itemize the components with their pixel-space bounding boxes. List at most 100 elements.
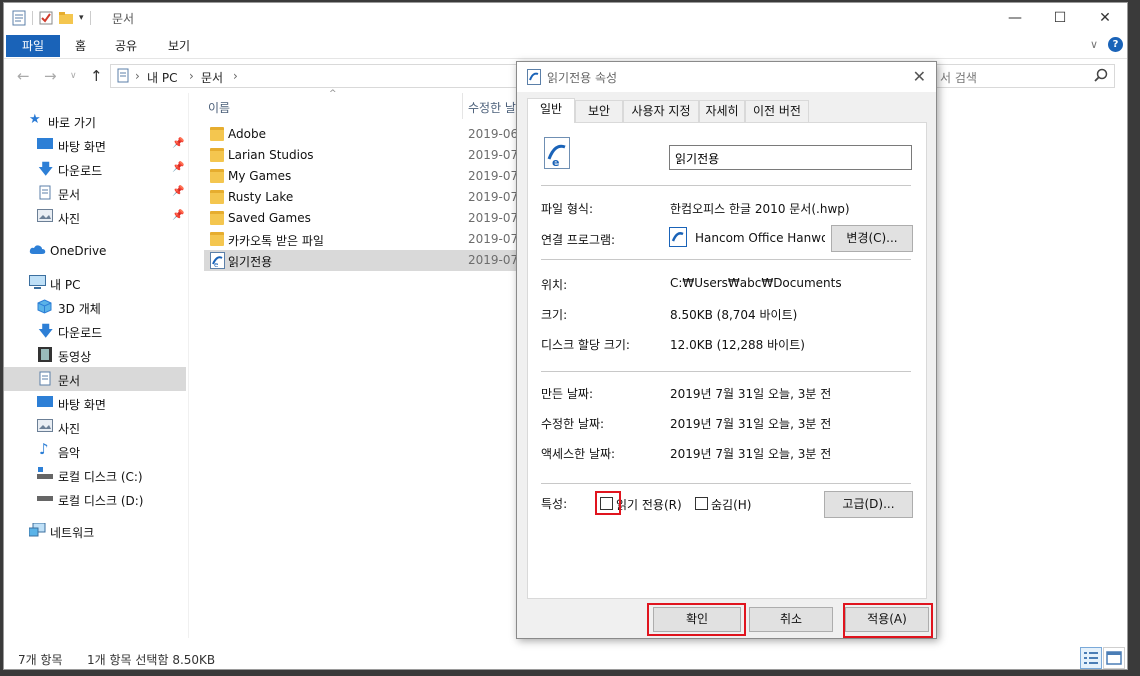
pane-divider[interactable]: [188, 93, 189, 638]
expand-ribbon-icon[interactable]: ∨: [1090, 38, 1098, 51]
search-icon[interactable]: [1094, 68, 1108, 85]
file-row[interactable]: Adobe 2019-06-: [204, 124, 524, 145]
separator: [541, 371, 911, 372]
file-row[interactable]: Rusty Lake 2019-07-: [204, 187, 524, 208]
file-row-selected[interactable]: e 읽기전용 2019-07-: [204, 250, 524, 271]
nav-music[interactable]: ♪ 음악: [4, 439, 186, 463]
highlight-apply: [843, 603, 933, 638]
3d-cube-icon: [37, 299, 53, 315]
nav-network[interactable]: 네트워크: [4, 519, 186, 543]
properties-icon[interactable]: [12, 10, 26, 26]
window-title: 문서: [112, 12, 135, 26]
nav-label: 내 PC: [50, 278, 81, 292]
pin-icon[interactable]: 📌: [172, 162, 184, 173]
tab-previous-versions[interactable]: 이전 버전: [745, 100, 809, 122]
nav-documents[interactable]: 문서 📌: [4, 181, 186, 205]
folder-icon: [210, 232, 224, 246]
customize-qa-icon[interactable]: ▾: [79, 13, 84, 23]
breadcrumb-separator: ›: [233, 69, 238, 83]
nav-pictures[interactable]: 사진 📌: [4, 205, 186, 229]
nav-desktop[interactable]: 바탕 화면 📌: [4, 133, 186, 157]
drive-icon: [37, 491, 53, 507]
tab-home[interactable]: 홈: [75, 35, 86, 57]
tab-view[interactable]: 보기: [168, 35, 190, 57]
nav-pc-desktop[interactable]: 바탕 화면: [4, 391, 186, 415]
details-view-button[interactable]: [1080, 647, 1102, 669]
disk-size-value: 12.0KB (12,288 바이트): [670, 338, 805, 352]
file-row[interactable]: My Games 2019-07-: [204, 166, 524, 187]
tab-general[interactable]: 일반: [527, 98, 575, 123]
nav-label: 사진: [58, 212, 81, 226]
nav-label: 네트워크: [50, 526, 95, 540]
tab-security[interactable]: 보안: [575, 100, 623, 122]
nav-downloads[interactable]: 🡇 다운로드 📌: [4, 157, 186, 181]
tab-file[interactable]: 파일: [6, 35, 60, 57]
recent-locations-icon[interactable]: ∨: [70, 71, 77, 81]
nav-label: 3D 개체: [58, 302, 101, 316]
pin-icon[interactable]: 📌: [172, 210, 184, 221]
opens-with-label: 연결 프로그램:: [541, 233, 616, 247]
advanced-button[interactable]: 고급(D)...: [824, 491, 913, 518]
cancel-button[interactable]: 취소: [749, 607, 833, 632]
properties-dialog: 읽기전용 속성 ✕ 일반 보안 사용자 지정 자세히 이전 버전 e 읽기전용 …: [516, 61, 937, 639]
search-box[interactable]: 서 검색: [931, 64, 1115, 88]
nav-label: 동영상: [58, 350, 92, 364]
nav-pc-documents[interactable]: 문서: [4, 367, 186, 391]
new-folder-icon[interactable]: [59, 10, 73, 26]
tab-share[interactable]: 공유: [115, 35, 137, 57]
tab-customize[interactable]: 사용자 지정: [623, 100, 699, 122]
breadcrumb-this-pc[interactable]: 내 PC: [147, 69, 177, 86]
highlight-readonly: [595, 491, 621, 515]
change-button[interactable]: 변경(C)...: [831, 225, 913, 252]
forward-button[interactable]: →: [44, 67, 57, 85]
hidden-checkbox[interactable]: [695, 497, 708, 510]
dialog-close-icon[interactable]: ✕: [913, 67, 926, 86]
maximize-button[interactable]: ☐: [1037, 3, 1083, 33]
minimize-button[interactable]: —: [992, 3, 1038, 33]
file-name: My Games: [228, 169, 292, 183]
separator: [541, 185, 911, 186]
nav-pc-downloads[interactable]: 🡇 다운로드: [4, 319, 186, 343]
nav-drive-d[interactable]: 로컬 디스크 (D:): [4, 487, 186, 511]
highlight-ok: [647, 603, 746, 636]
ribbon-tabs: 파일 홈 공유 보기 ∨ ?: [4, 33, 1127, 59]
pin-icon[interactable]: 📌: [172, 138, 184, 149]
file-date: 2019-07-: [468, 190, 523, 204]
file-row[interactable]: Larian Studios 2019-07-: [204, 145, 524, 166]
column-divider[interactable]: [462, 93, 463, 119]
column-name[interactable]: 이름: [208, 99, 230, 116]
dialog-title-bar: 읽기전용 속성 ✕: [517, 62, 936, 92]
star-icon: ★: [29, 112, 41, 127]
nav-onedrive[interactable]: OneDrive: [4, 239, 186, 263]
nav-quick-access[interactable]: ★ 바로 가기: [4, 109, 186, 133]
pin-icon[interactable]: 📌: [172, 186, 184, 197]
checkmark-icon[interactable]: [39, 10, 53, 26]
close-button[interactable]: ✕: [1082, 3, 1128, 33]
back-button[interactable]: ←: [17, 67, 30, 85]
filename-input[interactable]: 읽기전용: [669, 145, 912, 170]
help-icon[interactable]: ?: [1108, 37, 1123, 52]
attributes-label: 특성:: [541, 497, 568, 511]
download-arrow-icon: 🡇: [38, 322, 54, 340]
nav-this-pc[interactable]: 내 PC: [4, 271, 186, 295]
column-modified[interactable]: 수정한 날: [468, 99, 516, 116]
file-row[interactable]: 카카오톡 받은 파일 2019-07-: [204, 229, 524, 250]
large-icons-view-button[interactable]: [1103, 647, 1125, 669]
nav-videos[interactable]: 동영상: [4, 343, 186, 367]
breadcrumb-documents[interactable]: 문서: [201, 69, 223, 86]
nav-pc-pictures[interactable]: 사진: [4, 415, 186, 439]
nav-label: 바탕 화면: [58, 398, 106, 412]
up-button[interactable]: ↑: [90, 67, 103, 85]
title-bar: ▾ 문서 — ☐ ✕: [4, 3, 1127, 33]
pictures-icon: [37, 419, 53, 435]
location-value: C:₩Users₩abc₩Documents: [670, 276, 842, 290]
selection-info: 1개 항목 선택함 8.50KB: [87, 653, 216, 667]
nav-3d-objects[interactable]: 3D 개체: [4, 295, 186, 319]
file-row[interactable]: Saved Games 2019-07-: [204, 208, 524, 229]
tab-details[interactable]: 자세히: [699, 100, 745, 122]
cloud-icon: [29, 243, 46, 259]
nav-drive-c[interactable]: 로컬 디스크 (C:): [4, 463, 186, 487]
file-name: 카카오톡 받은 파일: [228, 234, 324, 248]
column-header: ^ 이름 수정한 날: [204, 89, 524, 119]
file-date: 2019-07-: [468, 253, 523, 267]
